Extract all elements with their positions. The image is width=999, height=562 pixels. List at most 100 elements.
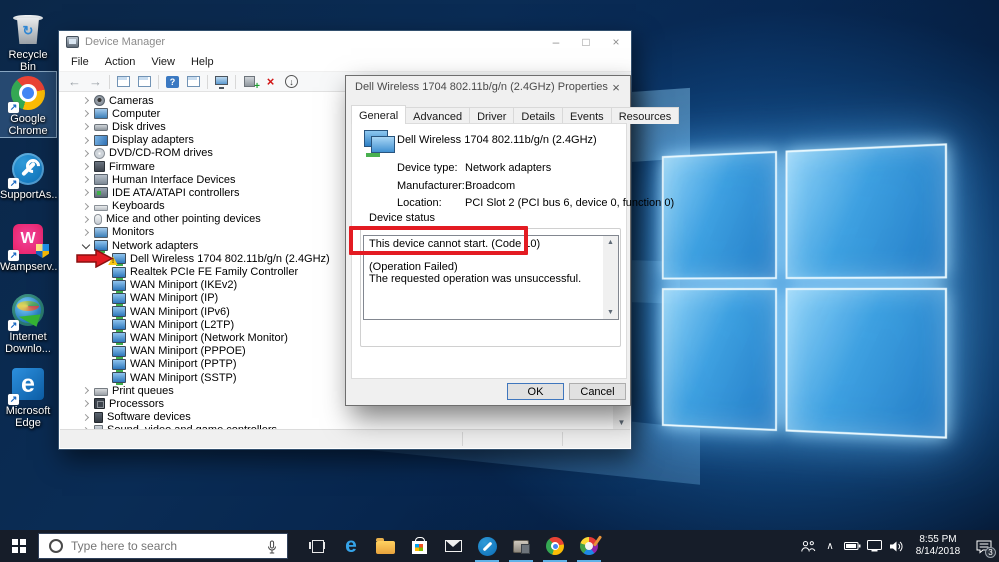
scroll-up-icon[interactable]: ▲	[607, 236, 614, 249]
scroll-down-icon[interactable]: ▼	[607, 306, 614, 319]
uninstall-device-icon[interactable]: ×	[263, 74, 278, 89]
dialog-title: Dell Wireless 1704 802.11b/g/n (2.4GHz) …	[355, 81, 608, 93]
tree-item-label: Network adapters	[112, 239, 199, 252]
taskbar-mail-button[interactable]	[436, 530, 470, 562]
start-button[interactable]	[0, 530, 38, 562]
tree-chevron-icon[interactable]	[80, 411, 93, 424]
dialog-titlebar[interactable]: Dell Wireless 1704 802.11b/g/n (2.4GHz) …	[346, 76, 630, 98]
tree-item-label: Dell Wireless 1704 802.11b/g/n (2.4GHz)	[130, 252, 330, 265]
maximize-button[interactable]: □	[571, 31, 601, 53]
menu-item[interactable]: Action	[97, 55, 144, 69]
taskbar-device-manager-button[interactable]	[504, 530, 538, 562]
battery-icon[interactable]	[841, 530, 863, 562]
windows-logo-pane	[661, 287, 777, 432]
volume-icon[interactable]	[885, 530, 907, 562]
device-category-icon	[112, 319, 126, 333]
taskbar-store-button[interactable]	[402, 530, 436, 562]
device-category-icon	[112, 266, 126, 280]
desktop-icon-microsoft-edge[interactable]: e ↗ Microsoft Edge	[0, 364, 56, 429]
dialog-tab[interactable]: Advanced	[405, 107, 471, 124]
tree-chevron-icon[interactable]	[80, 397, 93, 410]
device-status-group-label: Device status	[366, 212, 439, 224]
taskbar-search-box[interactable]	[38, 533, 288, 559]
menu-item[interactable]: Help	[183, 55, 222, 69]
scroll-down-icon[interactable]: ▼	[618, 415, 626, 430]
taskbar-chrome-button[interactable]	[538, 530, 572, 562]
device-category-icon	[112, 253, 126, 267]
tree-chevron-icon[interactable]	[80, 200, 93, 213]
task-view-button[interactable]	[300, 530, 334, 562]
desktop-icon-wampserver[interactable]: W ↗ Wampserv...	[0, 220, 61, 273]
console-window-icon[interactable]	[186, 75, 201, 89]
clock-date: 8/14/2018	[915, 546, 961, 557]
windows-logo-wallpaper	[661, 143, 948, 439]
help-icon[interactable]: ?	[165, 75, 180, 89]
tree-chevron-icon[interactable]	[80, 213, 93, 226]
tree-item-label: WAN Miniport (IPv6)	[130, 305, 230, 318]
tree-chevron-icon[interactable]	[80, 186, 93, 199]
dialog-close-icon[interactable]: ×	[602, 76, 630, 98]
cancel-button[interactable]: Cancel	[569, 383, 626, 400]
device-category-icon	[112, 306, 126, 320]
device-category-icon	[112, 345, 126, 359]
tree-item-label: Human Interface Devices	[112, 173, 236, 186]
desktop-icon-internet-download-manager[interactable]: ↗ Internet Downlo...	[0, 290, 56, 355]
taskbar-clock[interactable]: 8:55 PM 8/14/2018	[909, 534, 967, 558]
search-input[interactable]	[71, 539, 241, 553]
properties-icon[interactable]	[137, 75, 152, 89]
dialog-tab[interactable]: Resources	[610, 107, 680, 124]
windows-logo-pane	[785, 143, 948, 279]
computer-icon[interactable]	[214, 75, 229, 89]
microphone-icon[interactable]	[266, 540, 278, 555]
device-manager-titlebar[interactable]: Device Manager – □ ×	[59, 31, 631, 53]
back-icon[interactable]: ←	[67, 74, 82, 89]
ok-button[interactable]: OK	[507, 383, 564, 400]
tree-chevron-icon[interactable]	[80, 384, 93, 397]
desktop-icon-recycle-bin[interactable]: ↻ Recycle Bin	[0, 8, 56, 73]
taskbar-file-explorer-button[interactable]	[368, 530, 402, 562]
toolbar-separator	[158, 74, 159, 89]
chrome-icon	[546, 537, 564, 555]
tree-item-label: WAN Miniport (L2TP)	[130, 318, 235, 331]
scan-hardware-changes-icon[interactable]	[242, 75, 257, 89]
tree-item-label: Display adapters	[112, 134, 194, 147]
taskbar-edge-button[interactable]: e	[334, 530, 368, 562]
dialog-tab[interactable]: General	[351, 105, 407, 124]
people-icon[interactable]	[797, 530, 819, 562]
tree-item-label: Processors	[109, 397, 165, 410]
chevron-up-icon[interactable]: ∧	[819, 530, 841, 562]
tree-chevron-icon[interactable]	[80, 94, 93, 107]
tree-chevron-icon[interactable]	[80, 120, 93, 133]
shortcut-arrow-icon: ↗	[8, 394, 19, 405]
status-scrollbar[interactable]: ▲ ▼	[603, 236, 618, 319]
desktop-icon-google-chrome[interactable]: ↗ Google Chrome	[0, 71, 57, 138]
menu-item[interactable]: View	[143, 55, 183, 69]
network-icon[interactable]	[863, 530, 885, 562]
desktop-icon-supportassist[interactable]: ↗ SupportAs...	[0, 148, 61, 201]
field-value: PCI Slot 2 (PCI bus 6, device 0, functio…	[465, 197, 675, 209]
tree-chevron-icon[interactable]	[80, 134, 93, 147]
tree-item-label: Software devices	[107, 411, 191, 424]
close-button[interactable]: ×	[601, 31, 631, 53]
tree-item[interactable]: Software devices	[60, 411, 614, 424]
tree-chevron-icon[interactable]	[80, 107, 93, 120]
dialog-tab[interactable]: Details	[513, 107, 564, 124]
forward-icon[interactable]: →	[88, 74, 103, 89]
minimize-button[interactable]: –	[541, 31, 571, 53]
device-manager-icon	[513, 539, 530, 554]
tree-chevron-icon[interactable]	[80, 226, 93, 239]
taskbar-paint3d-button[interactable]	[572, 530, 606, 562]
menu-item[interactable]: File	[63, 55, 97, 69]
taskbar-supportassist-button[interactable]	[470, 530, 504, 562]
tree-chevron-icon[interactable]	[80, 147, 93, 160]
tree-chevron-icon[interactable]	[80, 160, 93, 173]
device-category-icon	[94, 187, 108, 199]
dialog-tab[interactable]: Events	[562, 107, 612, 124]
show-console-tree-icon[interactable]	[116, 75, 131, 89]
action-center-button[interactable]: 3	[969, 530, 999, 562]
dialog-tab[interactable]: Driver	[469, 107, 515, 124]
shortcut-arrow-icon: ↗	[8, 320, 19, 331]
disable-device-icon[interactable]: ↓	[284, 75, 299, 89]
shortcut-arrow-icon: ↗	[8, 250, 19, 261]
tree-chevron-icon[interactable]	[80, 173, 93, 186]
